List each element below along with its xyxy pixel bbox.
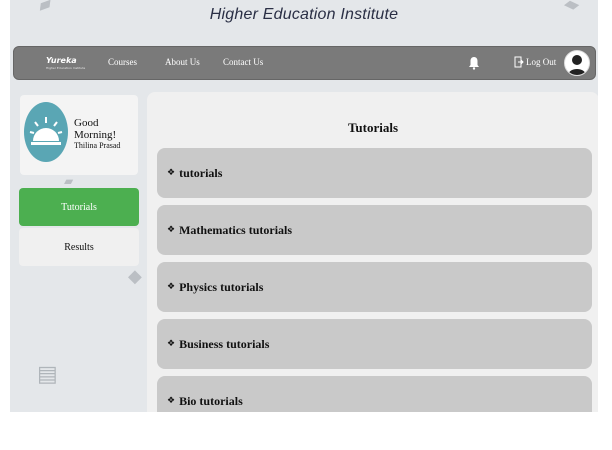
tutorial-label: Physics tutorials bbox=[179, 279, 264, 294]
tutorial-item-general[interactable]: ❖ tutorials bbox=[157, 148, 592, 198]
tutorial-label: Mathematics tutorials bbox=[179, 222, 293, 237]
logout-icon bbox=[514, 56, 524, 68]
diamond-bullet-icon: ❖ bbox=[167, 396, 176, 406]
tutorial-label: tutorials bbox=[179, 165, 223, 180]
greeting-text: Good Morning! bbox=[74, 117, 117, 141]
tutorial-item-mathematics[interactable]: ❖ Mathematics tutorials bbox=[157, 205, 592, 255]
sidebar-item-results[interactable]: Results bbox=[19, 228, 139, 266]
user-name: Thilina Prasad bbox=[74, 141, 121, 150]
diamond-bullet-icon: ❖ bbox=[167, 339, 176, 349]
greeting-card: Good Morning! Thilina Prasad bbox=[20, 95, 138, 175]
brand-name: Yureka bbox=[46, 56, 77, 65]
diamond-bullet-icon: ❖ bbox=[167, 282, 176, 292]
tutorial-label: Business tutorials bbox=[179, 336, 270, 351]
diamond-bullet-icon: ❖ bbox=[167, 225, 176, 235]
tutorials-panel: Tutorials ❖ tutorials ❖ Mathematics tuto… bbox=[147, 92, 598, 412]
tutorial-item-bio[interactable]: ❖ Bio tutorials bbox=[157, 376, 592, 412]
book-decoration-icon: ◆ bbox=[128, 266, 142, 287]
nav-link-about[interactable]: About Us bbox=[165, 57, 200, 67]
bell-icon[interactable] bbox=[468, 56, 480, 70]
books-stack-icon: ▤ bbox=[37, 362, 58, 387]
sunrise-avatar-icon bbox=[24, 102, 68, 162]
brand-subtitle: Higher Education Institute bbox=[46, 66, 86, 70]
book-decoration-icon: ▰ bbox=[64, 174, 74, 188]
diamond-bullet-icon: ❖ bbox=[167, 168, 176, 178]
user-silhouette-icon bbox=[566, 52, 588, 75]
brand-logo[interactable]: Yureka Higher Education Institute bbox=[46, 56, 85, 70]
user-avatar[interactable] bbox=[564, 50, 590, 76]
page-title: Tutorials bbox=[347, 120, 399, 135]
logout-label: Log Out bbox=[526, 57, 557, 67]
sidebar-item-tutorials[interactable]: Tutorials bbox=[19, 188, 139, 226]
site-title: Higher Education Institute bbox=[209, 6, 399, 23]
page-background: ▰ ▰ ▰ ◆ ▤ Higher Education Institute Yur… bbox=[10, 0, 598, 412]
tutorial-list: ❖ tutorials ❖ Mathematics tutorials ❖ Ph… bbox=[157, 148, 592, 412]
nav-link-contact[interactable]: Contact Us bbox=[223, 57, 263, 67]
tutorial-label: Bio tutorials bbox=[179, 393, 243, 408]
top-navbar: Yureka Higher Education Institute Course… bbox=[13, 46, 596, 80]
tutorial-item-business[interactable]: ❖ Business tutorials bbox=[157, 319, 592, 369]
nav-link-courses[interactable]: Courses bbox=[108, 57, 137, 67]
tutorial-item-physics[interactable]: ❖ Physics tutorials bbox=[157, 262, 592, 312]
logout-button[interactable]: Log Out bbox=[514, 56, 556, 68]
